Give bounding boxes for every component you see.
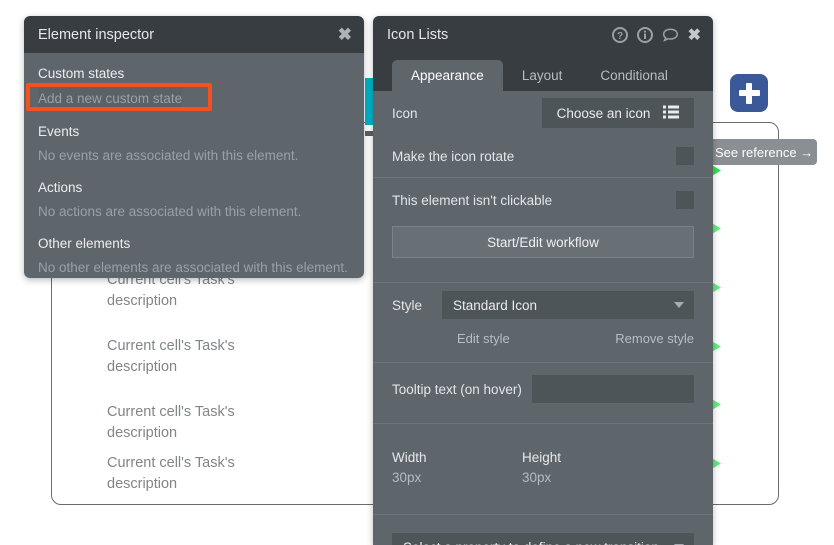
list-item[interactable]: Current cell's Task's description bbox=[107, 336, 257, 378]
inspector-section-actions: Actions No actions are associated with t… bbox=[38, 177, 350, 223]
style-select[interactable]: Standard Icon bbox=[442, 291, 694, 319]
rotate-row: Make the icon rotate bbox=[373, 135, 713, 177]
not-clickable-checkbox[interactable] bbox=[676, 191, 694, 209]
tooltip-label: Tooltip text (on hover) bbox=[392, 381, 522, 397]
section-heading: Events bbox=[38, 124, 80, 139]
icon-row: Icon Choose an icon bbox=[373, 91, 713, 135]
element-inspector-panel: Element inspector ✖ Custom states Add a … bbox=[24, 16, 364, 278]
tooltip-input[interactable] bbox=[532, 375, 694, 403]
icon-lists-panel: Icon Lists ? ✖ Appearance Layout Conditi… bbox=[373, 16, 713, 545]
tab-layout[interactable]: Layout bbox=[503, 60, 582, 91]
style-links: Edit style Remove style bbox=[373, 327, 713, 346]
divider bbox=[373, 423, 713, 424]
not-clickable-label: This element isn't clickable bbox=[392, 192, 553, 208]
height-value[interactable]: 30px bbox=[522, 468, 652, 488]
width-label: Width bbox=[392, 450, 427, 465]
icon-lists-header: Icon Lists ? ✖ bbox=[373, 16, 713, 53]
section-heading: Actions bbox=[38, 180, 83, 195]
info-icon[interactable] bbox=[636, 26, 653, 43]
transition-row: Select a property to define a new transi… bbox=[373, 515, 713, 545]
section-body: No events are associated with this eleme… bbox=[38, 148, 299, 163]
tab-bar: Appearance Layout Conditional bbox=[373, 53, 713, 91]
tooltip-row: Tooltip text (on hover) bbox=[373, 363, 713, 415]
remove-style-link[interactable]: Remove style bbox=[615, 331, 694, 346]
help-icon[interactable]: ? bbox=[611, 26, 628, 43]
inspector-section-custom-states: Custom states Add a new custom state bbox=[38, 63, 350, 111]
close-icon[interactable]: ✖ bbox=[688, 25, 701, 45]
list-icon bbox=[663, 105, 680, 122]
choose-icon-button[interactable]: Choose an icon bbox=[542, 98, 694, 128]
svg-text:?: ? bbox=[617, 31, 623, 42]
rotate-label: Make the icon rotate bbox=[392, 148, 515, 164]
add-button[interactable] bbox=[730, 74, 768, 112]
panel-title: Icon Lists bbox=[387, 26, 449, 43]
edit-style-link[interactable]: Edit style bbox=[457, 331, 510, 346]
size-row: Width 30px Height 30px bbox=[373, 448, 713, 488]
add-custom-state-button[interactable]: Add a new custom state bbox=[38, 87, 183, 111]
width-value[interactable]: 30px bbox=[392, 468, 522, 488]
inspector-section-other-elements: Other elements No other elements are ass… bbox=[38, 233, 350, 278]
inspector-header: Element inspector ✖ bbox=[24, 16, 364, 53]
section-body: No other elements are associated with th… bbox=[38, 260, 348, 275]
start-edit-workflow-button[interactable]: Start/Edit workflow bbox=[392, 226, 694, 258]
appearance-form: Icon Choose an icon Make the icon rotate… bbox=[373, 91, 713, 545]
style-select-value: Standard Icon bbox=[453, 297, 538, 313]
inspector-body: Custom states Add a new custom state Eve… bbox=[24, 53, 364, 278]
list-item[interactable]: Current cell's Task's description bbox=[107, 453, 257, 495]
comment-icon[interactable] bbox=[662, 27, 679, 43]
chevron-down-icon bbox=[674, 302, 684, 308]
close-icon[interactable]: ✖ bbox=[338, 26, 352, 43]
page-title: Element inspector bbox=[38, 26, 155, 43]
section-body: No actions are associated with this elem… bbox=[38, 204, 302, 219]
plus-icon-vertical bbox=[746, 82, 752, 104]
inspector-section-events: Events No events are associated with thi… bbox=[38, 121, 350, 167]
width-col: Width 30px bbox=[392, 448, 522, 488]
section-heading: Other elements bbox=[38, 236, 131, 251]
transition-select[interactable]: Select a property to define a new transi… bbox=[392, 533, 694, 545]
not-clickable-row: This element isn't clickable bbox=[373, 178, 713, 222]
screen: Current cell's Task's description Curren… bbox=[0, 0, 834, 545]
list-item[interactable]: Current cell's Task's description bbox=[107, 402, 257, 444]
see-reference-label: See reference → bbox=[714, 144, 814, 160]
height-col: Height 30px bbox=[522, 448, 652, 488]
rotate-checkbox[interactable] bbox=[676, 147, 694, 165]
style-label: Style bbox=[392, 297, 423, 313]
header-icon-group: ? ✖ bbox=[611, 25, 701, 45]
choose-icon-label: Choose an icon bbox=[556, 105, 651, 121]
tab-conditional[interactable]: Conditional bbox=[581, 60, 687, 91]
tab-appearance[interactable]: Appearance bbox=[392, 60, 503, 91]
icon-label: Icon bbox=[392, 105, 418, 121]
section-heading: Custom states bbox=[38, 66, 125, 81]
transition-select-value: Select a property to define a new transi… bbox=[403, 540, 674, 545]
style-row: Style Standard Icon bbox=[373, 283, 713, 327]
height-label: Height bbox=[522, 450, 562, 465]
